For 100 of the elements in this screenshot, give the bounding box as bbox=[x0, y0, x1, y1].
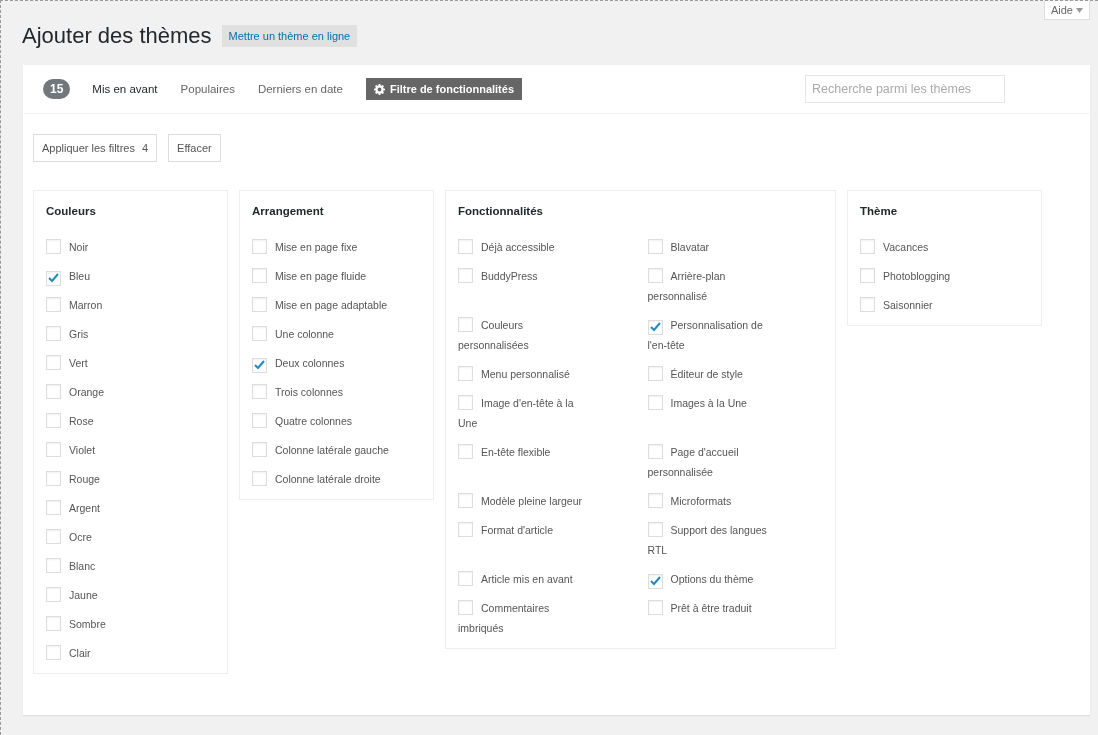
filter-tab[interactable]: Mis en avant bbox=[92, 83, 158, 95]
checkbox[interactable] bbox=[647, 522, 663, 537]
checkbox-label[interactable]: Commentaires imbriqués bbox=[458, 598, 636, 638]
checkbox-label[interactable]: Violet bbox=[46, 440, 217, 460]
checkbox-label[interactable]: Blavatar bbox=[647, 237, 825, 257]
checkbox-label[interactable]: Arrière-plan personnalisé bbox=[647, 266, 825, 306]
checkbox-label[interactable]: Image d'en-tête à la Une bbox=[458, 393, 636, 433]
checkbox[interactable] bbox=[46, 270, 61, 286]
apply-filters-button[interactable]: Appliquer les filtres 4 bbox=[33, 134, 158, 162]
checkbox-label[interactable]: Photoblogging bbox=[860, 266, 1031, 286]
checkbox-label[interactable]: Page d'accueil personnalisée bbox=[647, 442, 825, 482]
checkbox-label[interactable]: Modèle pleine largeur bbox=[458, 491, 636, 511]
checkbox-label[interactable]: Options du thème bbox=[647, 569, 825, 589]
checkbox[interactable] bbox=[46, 355, 61, 370]
checkbox-label[interactable]: BuddyPress bbox=[458, 266, 636, 306]
checkbox-label[interactable]: Argent bbox=[46, 498, 217, 518]
checkbox[interactable] bbox=[458, 444, 473, 459]
help-button[interactable]: Aide bbox=[1043, 1, 1090, 20]
upload-theme-button[interactable]: Mettre un thème en ligne bbox=[221, 25, 358, 47]
checkbox[interactable] bbox=[647, 600, 663, 615]
checkbox-label[interactable]: Bleu bbox=[46, 266, 217, 286]
checkbox[interactable] bbox=[458, 600, 473, 615]
checkbox[interactable] bbox=[458, 522, 473, 537]
checkbox[interactable] bbox=[46, 384, 61, 399]
checkbox-label[interactable]: Saisonnier bbox=[860, 295, 1031, 315]
checkbox[interactable] bbox=[458, 493, 473, 508]
checkbox[interactable] bbox=[252, 239, 267, 254]
checkbox-label[interactable]: Mise en page fluide bbox=[252, 266, 423, 286]
checkbox[interactable] bbox=[252, 413, 267, 428]
checkbox-label[interactable]: Personnalisation de l'en-tête bbox=[647, 315, 825, 355]
checkbox-label[interactable]: Prêt à être traduit bbox=[647, 598, 825, 638]
checkbox[interactable] bbox=[647, 493, 663, 508]
checkbox[interactable] bbox=[252, 442, 267, 457]
search-field[interactable]: Recherche parmi les thèmes bbox=[805, 75, 1005, 103]
checkbox[interactable] bbox=[46, 239, 61, 254]
checkbox-label[interactable]: Ocre bbox=[46, 527, 217, 547]
checkbox[interactable] bbox=[46, 587, 61, 602]
feature-filter-button[interactable]: Filtre de fonctionnalités bbox=[365, 78, 522, 100]
checkbox-label[interactable]: Noir bbox=[46, 237, 217, 257]
checkbox[interactable] bbox=[252, 471, 267, 486]
checkbox[interactable] bbox=[647, 268, 663, 283]
checkbox-label[interactable]: Jaune bbox=[46, 585, 217, 605]
checkbox[interactable] bbox=[458, 366, 473, 381]
checkbox-label[interactable]: Format d'article bbox=[458, 520, 636, 560]
checkbox[interactable] bbox=[458, 571, 473, 586]
filter-tab[interactable]: Populaires bbox=[180, 83, 235, 95]
checkbox[interactable] bbox=[46, 471, 61, 486]
checkbox[interactable] bbox=[860, 268, 875, 283]
checkbox[interactable] bbox=[860, 297, 875, 312]
checkbox-label[interactable]: Rose bbox=[46, 411, 217, 431]
checkbox[interactable] bbox=[46, 529, 61, 544]
checkbox[interactable] bbox=[458, 395, 473, 410]
checkbox[interactable] bbox=[252, 268, 267, 283]
checkbox-label[interactable]: Quatre colonnes bbox=[252, 411, 423, 431]
checkbox-label[interactable]: Vert bbox=[46, 353, 217, 373]
checkbox-label[interactable]: Vacances bbox=[860, 237, 1031, 257]
checkbox[interactable] bbox=[46, 500, 61, 515]
checkbox[interactable] bbox=[860, 239, 875, 254]
checkbox[interactable] bbox=[647, 395, 663, 410]
checkbox-label[interactable]: En-tête flexible bbox=[458, 442, 636, 482]
checkbox-label[interactable]: Menu personnalisé bbox=[458, 364, 636, 384]
checkbox[interactable] bbox=[647, 366, 663, 381]
checkbox-label[interactable]: Orange bbox=[46, 382, 217, 402]
checkbox[interactable] bbox=[46, 297, 61, 312]
checkbox[interactable] bbox=[46, 616, 61, 631]
checkbox[interactable] bbox=[46, 326, 61, 341]
checkbox[interactable] bbox=[46, 558, 61, 573]
checkbox[interactable] bbox=[46, 645, 61, 660]
filter-tab[interactable]: Derniers en date bbox=[257, 83, 343, 95]
checkbox[interactable] bbox=[252, 357, 267, 373]
checkbox[interactable] bbox=[647, 573, 663, 589]
checkbox[interactable] bbox=[252, 384, 267, 399]
checkbox[interactable] bbox=[252, 326, 267, 341]
checkbox[interactable] bbox=[647, 319, 663, 335]
checkbox-label[interactable]: Sombre bbox=[46, 614, 217, 634]
checkbox-label[interactable]: Éditeur de style bbox=[647, 364, 825, 384]
checkbox[interactable] bbox=[46, 413, 61, 428]
checkbox[interactable] bbox=[647, 444, 663, 459]
checkbox-label[interactable]: Colonne latérale gauche bbox=[252, 440, 423, 460]
checkbox-label[interactable]: Marron bbox=[46, 295, 217, 315]
checkbox-label[interactable]: Article mis en avant bbox=[458, 569, 636, 589]
checkbox-label[interactable]: Gris bbox=[46, 324, 217, 344]
checkbox-label[interactable]: Microformats bbox=[647, 491, 825, 511]
checkbox-label[interactable]: Blanc bbox=[46, 556, 217, 576]
checkbox-label[interactable]: Support des langues RTL bbox=[647, 520, 825, 560]
checkbox[interactable] bbox=[46, 442, 61, 457]
checkbox-label[interactable]: Couleurs personnalisées bbox=[458, 315, 636, 355]
checkbox-label[interactable]: Colonne latérale droite bbox=[252, 469, 423, 489]
clear-button[interactable]: Effacer bbox=[168, 134, 221, 162]
checkbox-label[interactable]: Mise en page adaptable bbox=[252, 295, 423, 315]
checkbox-label[interactable]: Images à la Une bbox=[647, 393, 825, 433]
checkbox[interactable] bbox=[647, 239, 663, 254]
checkbox-label[interactable]: Rouge bbox=[46, 469, 217, 489]
checkbox[interactable] bbox=[252, 297, 267, 312]
checkbox-label[interactable]: Trois colonnes bbox=[252, 382, 423, 402]
checkbox[interactable] bbox=[458, 239, 473, 254]
checkbox-label[interactable]: Clair bbox=[46, 643, 217, 663]
checkbox-label[interactable]: Mise en page fixe bbox=[252, 237, 423, 257]
checkbox[interactable] bbox=[458, 268, 473, 283]
checkbox-label[interactable]: Deux colonnes bbox=[252, 353, 423, 373]
